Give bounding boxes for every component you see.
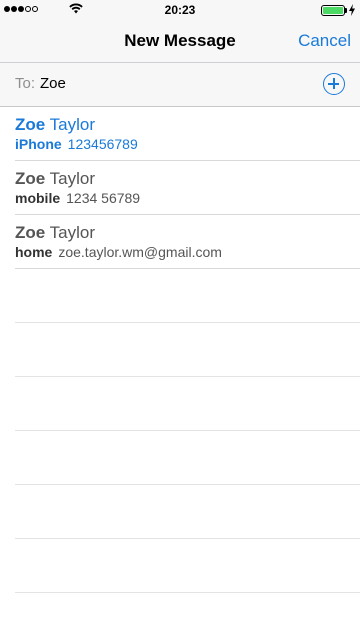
contact-detail: iPhone 123456789 xyxy=(15,136,138,152)
add-recipient-plus-icon[interactable] xyxy=(323,73,345,95)
contact-name: Zoe Taylor xyxy=(15,169,95,188)
empty-row xyxy=(0,323,360,377)
navigation-bar: New Message Cancel xyxy=(0,20,360,62)
contact-name: Zoe Taylor xyxy=(15,115,95,134)
contact-detail: mobile 1234 56789 xyxy=(15,190,140,206)
recipient-field-row[interactable]: To: Zoe xyxy=(0,62,360,107)
empty-row xyxy=(0,269,360,323)
contact-value: 123456789 xyxy=(67,136,138,152)
empty-row xyxy=(0,377,360,431)
battery-tip xyxy=(345,8,347,13)
contact-suggestions-list: Zoe Taylor iPhone 123456789 Zoe Taylor mo… xyxy=(0,107,360,640)
status-bar: 20:23 xyxy=(0,0,360,20)
contact-suggestion-mobile[interactable]: Zoe Taylor mobile 1234 56789 xyxy=(0,161,360,215)
new-message-screen: 20:23 New Message Cancel To: Zoe Zoe Tay… xyxy=(0,0,360,640)
contact-type-label: iPhone xyxy=(15,136,62,152)
battery-level xyxy=(323,7,343,14)
contact-suggestion-iphone[interactable]: Zoe Taylor iPhone 123456789 xyxy=(0,107,360,161)
cancel-button[interactable]: Cancel xyxy=(298,31,351,51)
contact-detail: home zoe.taylor.wm@gmail.com xyxy=(15,244,222,260)
status-time: 20:23 xyxy=(164,3,196,17)
empty-row xyxy=(0,431,360,485)
contact-value: 1234 56789 xyxy=(66,190,141,206)
empty-row xyxy=(0,485,360,539)
contact-suggestion-home[interactable]: Zoe Taylor home zoe.taylor.wm@gmail.com xyxy=(0,215,360,269)
recipient-input[interactable]: Zoe xyxy=(40,75,66,92)
contact-type-label: home xyxy=(15,244,53,260)
contact-name: Zoe Taylor xyxy=(15,223,95,242)
to-label: To: xyxy=(15,75,36,92)
charging-bolt-icon xyxy=(349,4,355,16)
battery-icon xyxy=(321,5,345,16)
empty-row xyxy=(0,539,360,593)
contact-type-label: mobile xyxy=(15,190,61,206)
contact-value: zoe.taylor.wm@gmail.com xyxy=(58,244,222,260)
